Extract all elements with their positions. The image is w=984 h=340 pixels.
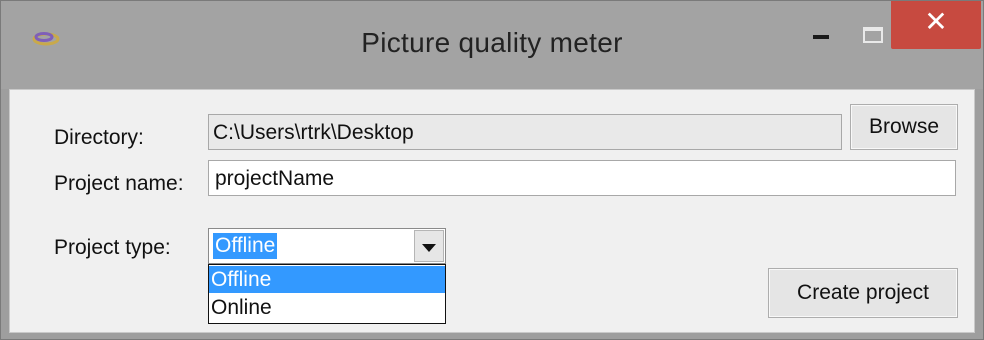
project-type-select[interactable]: Offline [208,228,446,264]
chevron-down-icon [422,244,436,252]
directory-label: Directory: [54,126,144,149]
maximize-icon [863,27,883,43]
browse-button[interactable]: Browse [850,104,958,150]
close-icon: ✕ [924,5,948,38]
minimize-button[interactable] [791,1,851,47]
project-name-label: Project name: [54,172,184,195]
app-window: Picture quality meter ✕ Directory: C:\Us… [0,0,984,340]
minimize-icon [813,35,829,39]
dropdown-option-offline[interactable]: Offline [209,266,445,293]
project-name-field[interactable]: projectName [208,160,956,196]
directory-field[interactable]: C:\Users\rtrk\Desktop [208,114,842,150]
create-project-button[interactable]: Create project [768,268,958,318]
dropdown-option-online[interactable]: Online [209,294,445,321]
close-button[interactable]: ✕ [891,1,981,49]
project-type-selected-value: Offline [213,233,278,259]
dropdown-toggle-button[interactable] [414,230,444,262]
title-bar[interactable]: Picture quality meter ✕ [1,1,983,89]
form-panel: Directory: C:\Users\rtrk\Desktop Browse … [9,89,975,333]
project-type-label: Project type: [54,236,171,259]
project-type-dropdown-list: Offline Online [208,264,446,324]
